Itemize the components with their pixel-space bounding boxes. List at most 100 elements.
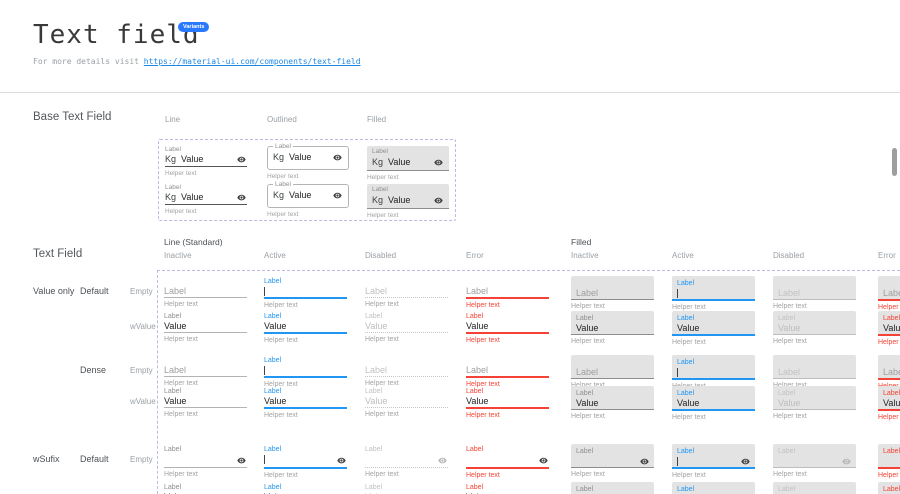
field-input[interactable]: Value bbox=[576, 397, 649, 409]
filled-text-field--error[interactable]: LabelHelper text bbox=[878, 276, 900, 311]
line-text-field--disabled[interactable]: LabelValueHelper text bbox=[365, 311, 448, 343]
field-input[interactable]: Value bbox=[778, 397, 851, 409]
filled-text-field--active[interactable]: LabelValueHelper text bbox=[672, 482, 755, 494]
line-text-field--active[interactable]: LabelHelper text bbox=[264, 444, 347, 479]
filled-text-field--active[interactable]: LabelHelper text bbox=[672, 355, 755, 390]
filled-text-field--inactive[interactable]: LabelValueHelper text bbox=[571, 311, 654, 345]
field-input[interactable]: Label bbox=[365, 365, 448, 376]
line-text-field--inactive[interactable]: LabelHelper text bbox=[164, 444, 247, 478]
visibility-icon[interactable] bbox=[237, 456, 246, 465]
line-text-field--disabled[interactable]: LabelHelper text bbox=[365, 444, 448, 478]
field-input[interactable]: Value bbox=[883, 322, 900, 334]
line-text-field--error[interactable]: LabelHelper text bbox=[466, 276, 549, 309]
line-text-field--disabled[interactable]: LabelValueHelper text bbox=[365, 482, 448, 494]
line-text-field--inactive[interactable]: LabelHelper text bbox=[164, 276, 247, 308]
field-input[interactable] bbox=[677, 287, 750, 299]
field-input[interactable] bbox=[164, 454, 247, 467]
base-outlined-text-field[interactable]: LabelKgValueHelper text bbox=[267, 146, 349, 180]
field-input[interactable]: Label bbox=[576, 287, 649, 299]
field-input[interactable]: Label bbox=[164, 365, 247, 376]
field-input[interactable]: Label bbox=[778, 287, 851, 299]
base-outlined-text-field[interactable]: LabelKgValueHelper text bbox=[267, 184, 349, 218]
filled-text-field--disabled[interactable]: LabelValueHelper text bbox=[773, 311, 856, 345]
line-text-field--inactive[interactable]: LabelValueHelper text bbox=[164, 482, 247, 494]
line-text-field--error[interactable]: LabelHelper text bbox=[466, 355, 549, 388]
field-input[interactable] bbox=[778, 455, 851, 468]
field-input[interactable]: Label bbox=[466, 286, 549, 297]
line-text-field--inactive[interactable]: LabelHelper text bbox=[164, 355, 247, 387]
field-input[interactable]: Value bbox=[164, 321, 247, 332]
field-input[interactable] bbox=[883, 455, 900, 468]
filled-text-field--active[interactable]: LabelHelper text bbox=[672, 276, 755, 311]
field-input[interactable]: KgValue bbox=[273, 151, 343, 164]
filled-text-field--error[interactable]: LabelValueHelper text bbox=[878, 311, 900, 346]
field-input[interactable]: Value bbox=[883, 397, 900, 409]
field-input[interactable]: Value bbox=[365, 321, 448, 332]
line-text-field--error[interactable]: LabelValueHelper text bbox=[466, 482, 549, 494]
visibility-icon[interactable] bbox=[333, 191, 342, 200]
field-input[interactable]: Label bbox=[164, 286, 247, 297]
field-input[interactable]: Label bbox=[883, 287, 900, 299]
base-line-text-field[interactable]: LabelKgValueHelper text bbox=[165, 184, 247, 215]
filled-text-field--active[interactable]: LabelHelper text bbox=[672, 444, 755, 479]
field-input[interactable]: Label bbox=[883, 366, 900, 378]
visibility-icon[interactable] bbox=[337, 456, 346, 465]
line-text-field--active[interactable]: LabelValueHelper text bbox=[264, 311, 347, 344]
line-text-field--disabled[interactable]: LabelValueHelper text bbox=[365, 386, 448, 418]
field-input[interactable]: Value bbox=[466, 396, 549, 407]
filled-text-field--error[interactable]: LabelValueHelper text bbox=[878, 482, 900, 494]
filled-text-field--disabled[interactable]: LabelHelper text bbox=[773, 355, 856, 389]
scrollbar-thumb[interactable] bbox=[892, 148, 897, 176]
filled-text-field--active[interactable]: LabelValueHelper text bbox=[672, 311, 755, 346]
filled-text-field--inactive[interactable]: LabelValueHelper text bbox=[571, 386, 654, 420]
field-input[interactable]: KgValue bbox=[165, 191, 247, 204]
base-line-text-field[interactable]: LabelKgValueHelper text bbox=[165, 146, 247, 177]
base-filled-text-field[interactable]: LabelKgValueHelper text bbox=[367, 146, 449, 181]
field-input[interactable] bbox=[677, 366, 750, 378]
line-text-field--disabled[interactable]: LabelHelper text bbox=[365, 355, 448, 387]
field-input[interactable]: KgValue bbox=[165, 153, 247, 166]
field-input[interactable] bbox=[264, 454, 347, 467]
field-input[interactable]: KgValue bbox=[372, 156, 444, 169]
line-text-field--active[interactable]: LabelHelper text bbox=[264, 276, 347, 309]
field-input[interactable]: KgValue bbox=[372, 194, 444, 207]
filled-text-field--disabled[interactable]: LabelHelper text bbox=[773, 444, 856, 478]
filled-text-field--error[interactable]: LabelHelper text bbox=[878, 355, 900, 390]
line-text-field--disabled[interactable]: LabelHelper text bbox=[365, 276, 448, 308]
visibility-icon[interactable] bbox=[237, 193, 246, 202]
visibility-icon[interactable] bbox=[842, 457, 851, 466]
filled-text-field--error[interactable]: LabelValueHelper text bbox=[878, 386, 900, 421]
visibility-icon[interactable] bbox=[333, 153, 342, 162]
line-text-field--active[interactable]: LabelHelper text bbox=[264, 355, 347, 388]
visibility-icon[interactable] bbox=[539, 456, 548, 465]
filled-text-field--inactive[interactable]: LabelHelper text bbox=[571, 444, 654, 478]
field-input[interactable]: KgValue bbox=[273, 189, 343, 202]
filled-text-field--active[interactable]: LabelValueHelper text bbox=[672, 386, 755, 421]
filled-text-field--disabled[interactable]: LabelHelper text bbox=[773, 276, 856, 310]
line-text-field--inactive[interactable]: LabelValueHelper text bbox=[164, 386, 247, 418]
field-input[interactable]: Value bbox=[466, 321, 549, 332]
filled-text-field--inactive[interactable]: LabelHelper text bbox=[571, 276, 654, 310]
visibility-icon[interactable] bbox=[741, 457, 750, 466]
field-input[interactable]: Value bbox=[164, 396, 247, 407]
filled-text-field--disabled[interactable]: LabelValueHelper text bbox=[773, 482, 856, 494]
filled-text-field--inactive[interactable]: LabelHelper text bbox=[571, 355, 654, 389]
line-text-field--error[interactable]: LabelValueHelper text bbox=[466, 311, 549, 344]
docs-link[interactable]: https://material-ui.com/components/text-… bbox=[144, 57, 361, 66]
field-input[interactable]: Value bbox=[677, 322, 750, 334]
line-text-field--active[interactable]: LabelValueHelper text bbox=[264, 482, 347, 494]
field-input[interactable]: Value bbox=[778, 322, 851, 334]
base-filled-text-field[interactable]: LabelKgValueHelper text bbox=[367, 184, 449, 219]
visibility-icon[interactable] bbox=[640, 457, 649, 466]
field-input[interactable] bbox=[264, 365, 347, 376]
line-text-field--inactive[interactable]: LabelValueHelper text bbox=[164, 311, 247, 343]
field-input[interactable]: Value bbox=[365, 396, 448, 407]
field-input[interactable]: Value bbox=[264, 396, 347, 407]
visibility-icon[interactable] bbox=[438, 456, 447, 465]
field-input[interactable] bbox=[365, 454, 448, 467]
filled-text-field--error[interactable]: LabelHelper text bbox=[878, 444, 900, 479]
visibility-icon[interactable] bbox=[434, 158, 443, 167]
visibility-icon[interactable] bbox=[434, 196, 443, 205]
field-input[interactable]: Label bbox=[466, 365, 549, 376]
line-text-field--error[interactable]: LabelValueHelper text bbox=[466, 386, 549, 419]
